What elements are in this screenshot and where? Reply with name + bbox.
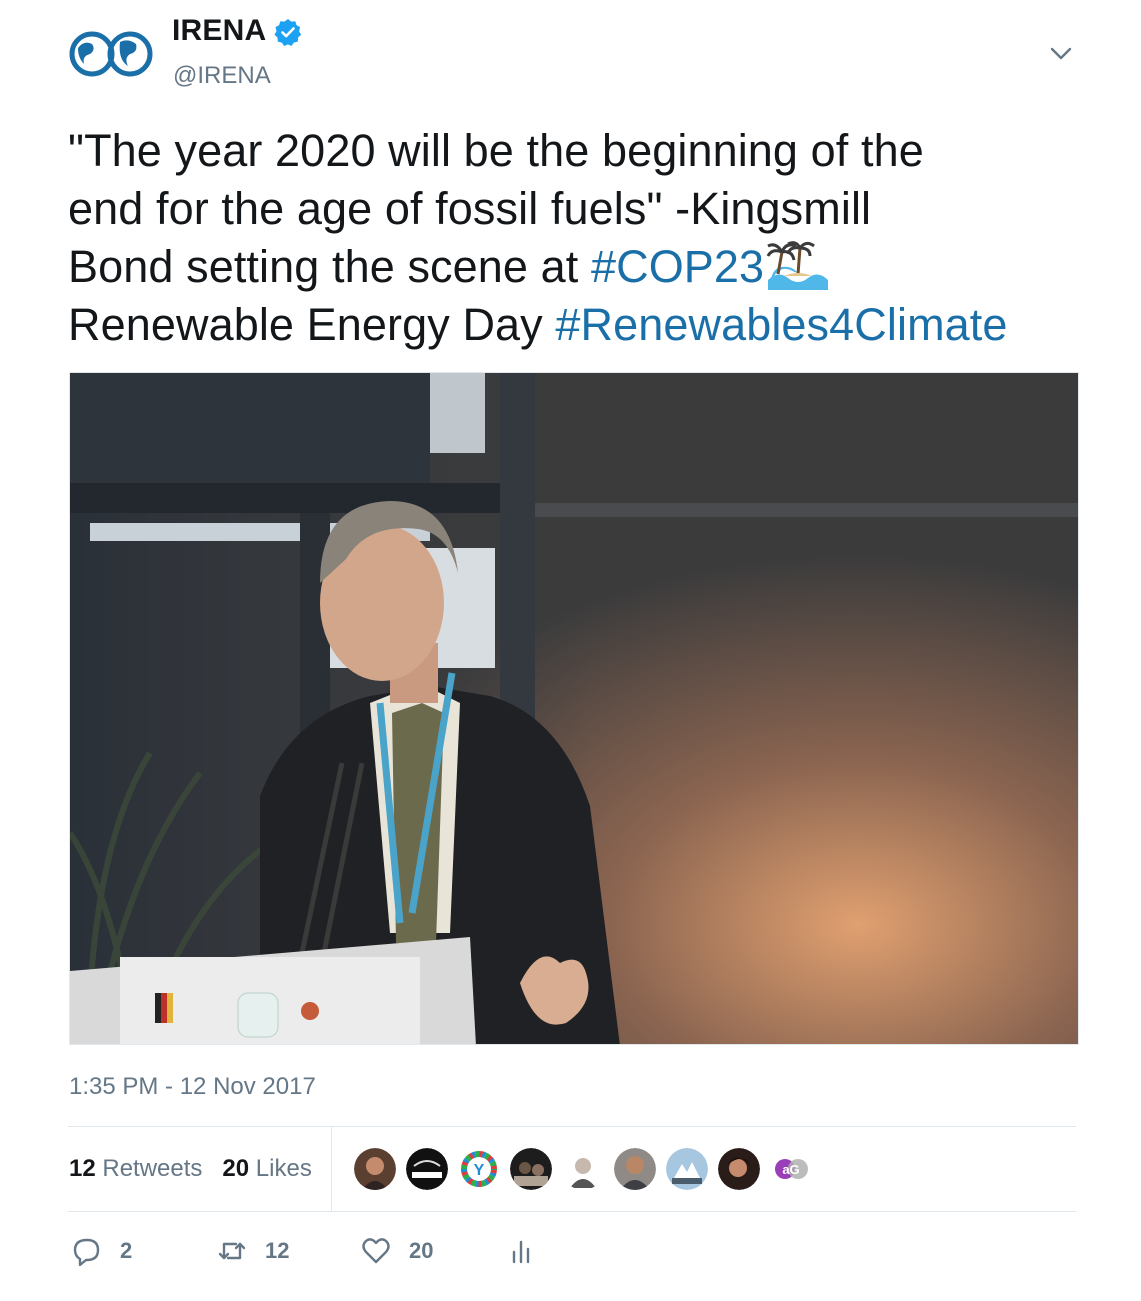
user-avatar-6[interactable] — [614, 1148, 656, 1190]
stats-divider — [331, 1127, 332, 1211]
engagement-stats: 12 Retweets 20 Likes — [69, 1155, 332, 1183]
reply-icon — [73, 1238, 100, 1266]
tweet-card: IRENA @IRENA "The year 2020 will be the … — [0, 0, 1141, 1301]
user-avatar-8[interactable] — [718, 1148, 760, 1190]
speaker-at-podium-photo — [70, 373, 1078, 1044]
likes-label: Likes — [255, 1155, 312, 1182]
reply-count: 2 — [120, 1238, 133, 1263]
retweet-count: 12 — [265, 1238, 290, 1263]
divider-top — [68, 1126, 1076, 1127]
tweet-text: "The year 2020 will be the beginning of … — [68, 122, 1088, 354]
retweet-button[interactable]: 12 — [217, 1236, 361, 1266]
tweet-timestamp[interactable]: 1:35 PM - 12 Nov 2017 — [69, 1073, 316, 1101]
user-avatar-7[interactable] — [666, 1148, 708, 1190]
user-avatar-4[interactable] — [510, 1148, 552, 1190]
tweet-actions: 2 12 20 — [72, 1236, 536, 1266]
irena-logo-avatar[interactable] — [68, 26, 154, 82]
user-avatar-2[interactable] — [406, 1148, 448, 1190]
like-icon — [362, 1238, 390, 1264]
tweet-text-line-2: end for the age of fossil fuels" -Kingsm… — [68, 183, 872, 234]
display-name[interactable]: IRENA — [172, 14, 266, 48]
likes-stat[interactable]: 20 Likes — [222, 1155, 311, 1183]
svg-text:Y: Y — [474, 1162, 485, 1179]
user-avatar-9[interactable]: aG — [770, 1148, 812, 1190]
tweet-text-line-4: Renewable Energy Day — [68, 299, 556, 350]
retweet-icon — [218, 1242, 246, 1260]
divider-bottom — [68, 1211, 1076, 1212]
reply-button[interactable]: 2 — [72, 1236, 217, 1266]
analytics-button[interactable] — [506, 1236, 536, 1266]
retweets-stat[interactable]: 12 Retweets — [69, 1155, 202, 1183]
user-avatar-3[interactable]: Y — [458, 1148, 500, 1190]
svg-text:aG: aG — [782, 1162, 799, 1177]
author-name-row[interactable]: IRENA — [172, 14, 302, 48]
hashtag-cop23-link[interactable]: #COP23 — [591, 241, 764, 292]
likers-avatars: Y aG — [354, 1148, 822, 1190]
verified-badge-icon — [274, 19, 302, 46]
retweets-count: 12 — [69, 1155, 96, 1182]
like-count: 20 — [409, 1238, 434, 1263]
likes-count: 20 — [222, 1155, 250, 1182]
like-button[interactable]: 20 — [361, 1236, 506, 1266]
analytics-icon — [512, 1240, 530, 1264]
chevron-down-icon[interactable] — [1048, 40, 1074, 66]
retweets-label: Retweets — [102, 1155, 203, 1182]
tweet-photo[interactable] — [69, 372, 1079, 1045]
user-avatar-1[interactable] — [354, 1148, 396, 1190]
user-avatar-5[interactable] — [562, 1148, 604, 1190]
hashtag-renewables4climate-link[interactable]: #Renewables4Climate — [555, 299, 1007, 350]
tweet-text-line-1: "The year 2020 will be the beginning of … — [68, 125, 924, 176]
tweet-text-line-3: Bond setting the scene at — [68, 241, 591, 292]
island-wave-emoji-icon — [766, 241, 829, 290]
author-handle[interactable]: @IRENA — [173, 62, 271, 90]
